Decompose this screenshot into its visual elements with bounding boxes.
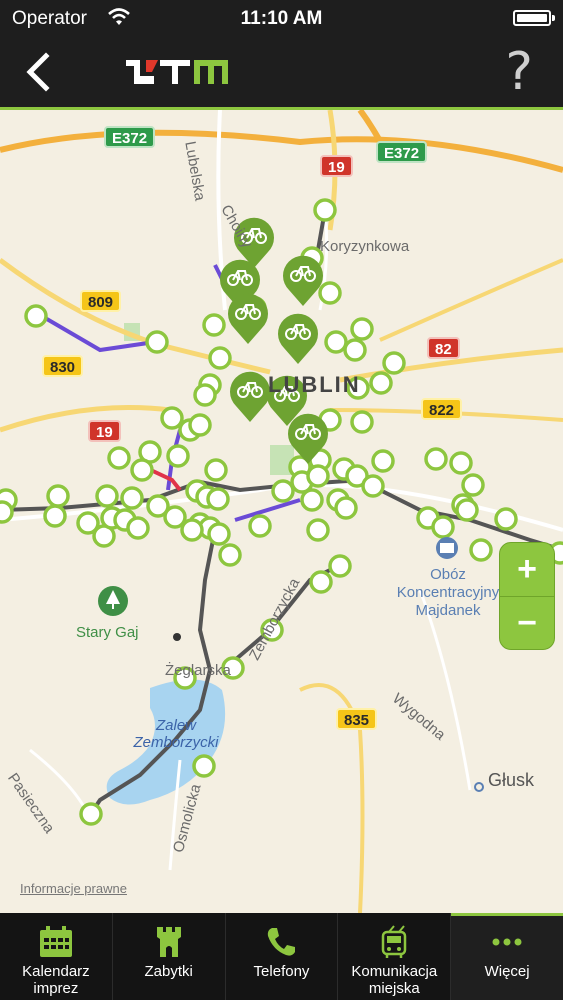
calendar-icon xyxy=(0,925,112,959)
tab-telefony[interactable]: Telefony xyxy=(226,913,339,1000)
tree-icon xyxy=(98,586,128,616)
road-shield: E372 xyxy=(104,126,156,148)
clock: 11:10 AM xyxy=(240,8,323,29)
more-dots-icon xyxy=(451,925,563,959)
village-label: Głusk xyxy=(488,770,535,790)
road-shield: 809 xyxy=(80,290,122,312)
castle-tower-icon xyxy=(113,925,225,959)
tab-wiecej[interactable]: Więcej xyxy=(451,913,563,1000)
chevron-left-icon xyxy=(26,52,50,92)
zoom-control: + − xyxy=(499,542,555,650)
phone-icon xyxy=(226,925,338,959)
tab-label: Kalendarz imprez xyxy=(22,963,90,997)
park-label: Stary Gaj xyxy=(76,624,139,641)
tab-komunikacja-miejska[interactable]: Komunikacja miejska xyxy=(338,913,452,1000)
lake-label: Zalew Zemborzycki xyxy=(133,717,219,751)
tab-label: Komunikacja miejska xyxy=(351,963,438,997)
city-label: LUBLIN xyxy=(268,372,361,397)
road-shield: E372 xyxy=(376,141,428,163)
legal-info-link[interactable]: Informacje prawne xyxy=(20,881,127,896)
road-shield: 19 xyxy=(320,155,353,177)
tab-zabytki[interactable]: Zabytki xyxy=(113,913,226,1000)
ltm-logo xyxy=(124,54,230,93)
help-button[interactable]: ? xyxy=(505,42,533,102)
map-view[interactable]: E372 E372 19 809 830 82 822 19 835 Lubel… xyxy=(0,110,563,913)
road-shield: 830 xyxy=(42,355,84,377)
tab-kalendarz-imprez[interactable]: Kalendarz imprez xyxy=(0,913,113,1000)
status-bar: Operator 11:10 AM xyxy=(0,0,563,38)
tab-label: Telefony xyxy=(253,963,310,980)
trolleybus-icon xyxy=(338,925,450,959)
road-shield: 822 xyxy=(421,398,463,420)
back-button[interactable] xyxy=(18,50,62,94)
road-shield: 835 xyxy=(336,708,378,730)
map-base xyxy=(0,110,563,913)
tab-bar: Kalendarz imprez Zabytki Telefony Komuni… xyxy=(0,913,563,1000)
zoom-in-button[interactable]: + xyxy=(500,543,554,595)
battery-icon xyxy=(513,10,555,26)
nav-bar: ? xyxy=(0,38,563,110)
poi-label: Obóz Koncentracyjny Majdanek xyxy=(396,566,500,619)
street-label: Koryzynkowa xyxy=(320,238,410,255)
tab-label: Zabytki xyxy=(144,963,193,980)
zoom-out-button[interactable]: − xyxy=(500,596,554,649)
road-shield: 82 xyxy=(427,337,460,359)
museum-icon xyxy=(436,537,458,559)
tab-label: Więcej xyxy=(484,963,530,980)
street-label: Żeglarska xyxy=(165,662,231,679)
road-shield: 19 xyxy=(88,420,121,442)
